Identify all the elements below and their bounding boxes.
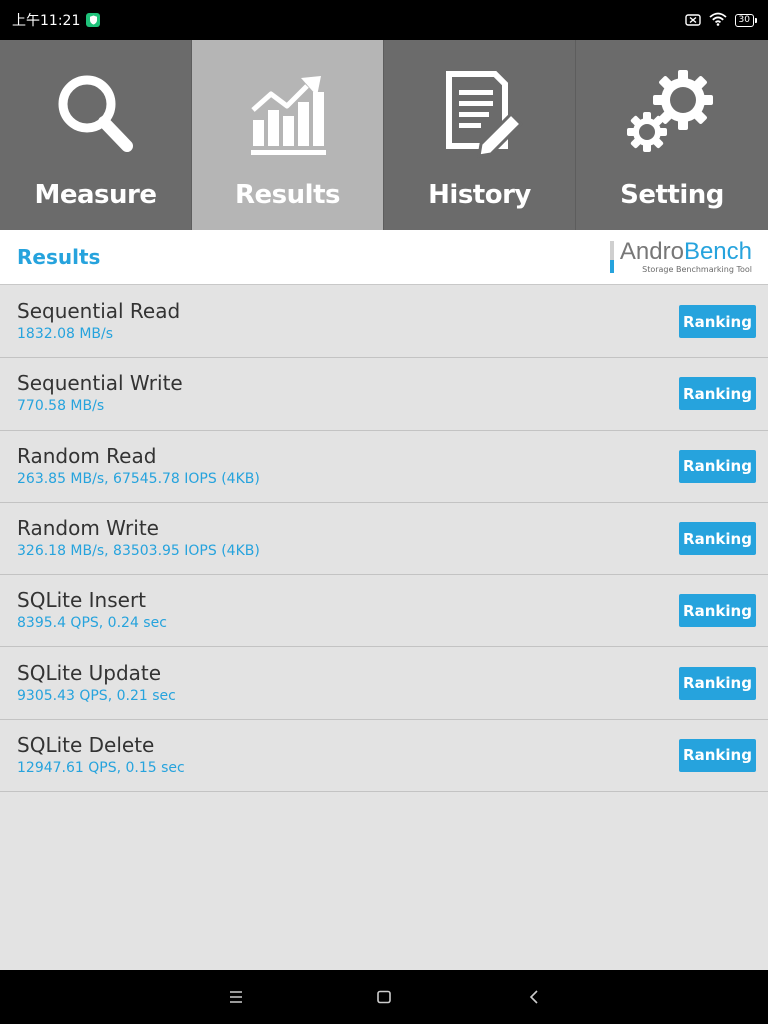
no-sim-icon <box>684 11 701 30</box>
status-bar: 上午11:21 30 <box>0 0 768 40</box>
result-row-random-write: Random Write 326.18 MB/s, 83503.95 IOPS … <box>0 503 768 576</box>
menu-icon <box>230 991 242 1003</box>
tab-label: Results <box>235 180 340 210</box>
document-edit-icon <box>445 71 523 158</box>
result-name: Random Write <box>17 516 159 541</box>
ranking-button[interactable]: Ranking <box>679 377 756 411</box>
result-name: SQLite Insert <box>17 588 147 613</box>
tab-label: Measure <box>34 180 158 210</box>
results-list: Sequential Read 1832.08 MB/s Ranking Seq… <box>0 286 768 793</box>
back-button[interactable] <box>522 985 546 1009</box>
tab-measure[interactable]: Measure <box>0 40 192 230</box>
back-icon <box>529 990 538 1004</box>
home-icon <box>377 990 391 1004</box>
result-value: 263.85 MB/s, 67545.78 IOPS (4KB) <box>17 470 260 487</box>
logo-name-andro: Andro <box>619 237 684 265</box>
tab-label: History <box>428 180 531 210</box>
result-value: 326.18 MB/s, 83503.95 IOPS (4KB) <box>17 543 260 560</box>
menu-button[interactable] <box>224 985 248 1009</box>
status-left: 上午11:21 <box>12 10 101 30</box>
logo-name: AndroBench <box>619 237 752 265</box>
tab-label: Setting <box>620 180 724 210</box>
ranking-button[interactable]: Ranking <box>679 666 756 700</box>
ranking-button[interactable]: Ranking <box>679 449 756 483</box>
result-row-sqlite-delete: SQLite Delete 12947.61 QPS, 0.15 sec Ran… <box>0 720 768 793</box>
result-row-sequential-read: Sequential Read 1832.08 MB/s Ranking <box>0 286 768 359</box>
result-text: Random Write 326.18 MB/s, 83503.95 IOPS … <box>17 516 260 561</box>
result-text: SQLite Insert 8395.4 QPS, 0.24 sec <box>17 588 167 633</box>
result-value: 770.58 MB/s <box>17 398 105 415</box>
result-name: SQLite Update <box>17 660 162 685</box>
ranking-button[interactable]: Ranking <box>679 522 756 556</box>
app-root: 上午11:21 30 Measure Results History Setti… <box>0 0 768 1024</box>
tab-results[interactable]: Results <box>192 40 384 230</box>
result-value: 1832.08 MB/s <box>17 326 114 343</box>
logo-text: AndroBench Storage Benchmarking Tool <box>619 237 752 274</box>
security-shield-icon <box>86 13 101 27</box>
ranking-button[interactable]: Ranking <box>679 738 756 772</box>
wifi-icon <box>708 11 727 30</box>
androbench-logo: AndroBench Storage Benchmarking Tool <box>609 237 752 274</box>
tab-history[interactable]: History <box>384 40 576 230</box>
battery-icon: 30 <box>734 13 758 27</box>
results-header: Results AndroBench Storage Benchmarking … <box>0 230 768 285</box>
system-nav-bar <box>0 970 768 1024</box>
result-text: Random Read 263.85 MB/s, 67545.78 IOPS (… <box>17 444 260 489</box>
result-name: Random Read <box>17 443 157 468</box>
result-text: Sequential Write 770.58 MB/s <box>17 371 183 416</box>
result-value: 9305.43 QPS, 0.21 sec <box>17 687 176 704</box>
result-name: Sequential Read <box>17 299 181 324</box>
result-row-random-read: Random Read 263.85 MB/s, 67545.78 IOPS (… <box>0 431 768 503</box>
result-text: SQLite Update 9305.43 QPS, 0.21 sec <box>17 661 176 706</box>
result-text: SQLite Delete 12947.61 QPS, 0.15 sec <box>17 733 185 778</box>
result-name: Sequential Write <box>17 371 183 396</box>
result-row-sqlite-update: SQLite Update 9305.43 QPS, 0.21 sec Rank… <box>0 647 768 720</box>
result-name: SQLite Delete <box>17 732 155 757</box>
gears-icon <box>627 70 713 152</box>
logo-bar <box>609 241 614 273</box>
chart-icon <box>250 76 326 155</box>
result-value: 8395.4 QPS, 0.24 sec <box>17 615 167 632</box>
magnifier-icon <box>58 75 133 152</box>
page-title: Results <box>17 245 101 269</box>
tab-bar: Measure Results History Setting <box>0 40 768 230</box>
result-row-sqlite-insert: SQLite Insert 8395.4 QPS, 0.24 sec Ranki… <box>0 575 768 648</box>
result-value: 12947.61 QPS, 0.15 sec <box>17 759 185 776</box>
result-row-sequential-write: Sequential Write 770.58 MB/s Ranking <box>0 358 768 431</box>
tab-setting[interactable]: Setting <box>576 40 768 230</box>
ranking-button[interactable]: Ranking <box>679 305 756 339</box>
logo-subtitle: Storage Benchmarking Tool <box>642 264 752 274</box>
status-time: 上午11:21 <box>12 13 81 29</box>
logo-name-bench: Bench <box>683 237 752 265</box>
result-text: Sequential Read 1832.08 MB/s <box>17 299 180 344</box>
status-right: 30 <box>684 11 758 30</box>
ranking-button[interactable]: Ranking <box>679 594 756 628</box>
home-button[interactable] <box>372 985 396 1009</box>
